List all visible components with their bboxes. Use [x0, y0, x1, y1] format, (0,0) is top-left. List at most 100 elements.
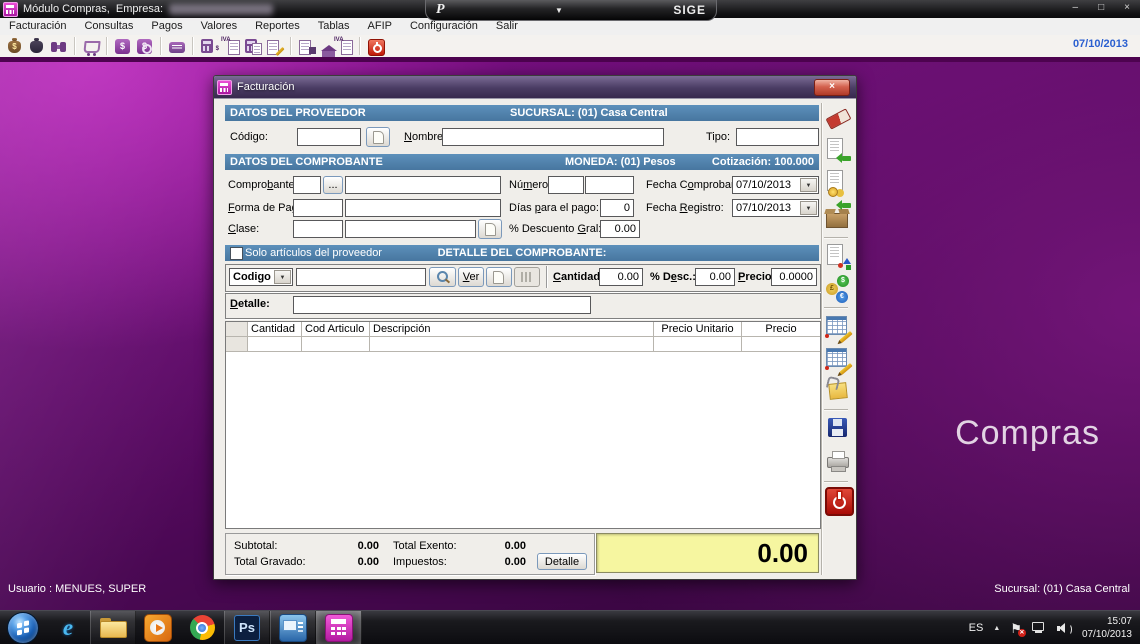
facturacion-close-button[interactable]: × [814, 79, 850, 96]
document-import-icon[interactable] [825, 137, 851, 165]
col-precio-unitario[interactable]: Precio Unitario [654, 322, 742, 336]
comprobante-descripcion-input[interactable] [345, 176, 501, 194]
comprobante-codigo-input[interactable] [293, 176, 321, 194]
calculator-document-icon[interactable] [243, 37, 263, 56]
solo-articulos-checkbox[interactable] [230, 247, 243, 260]
exit-power-icon[interactable] [366, 37, 386, 56]
comprobante-dots-button[interactable]: ... [323, 176, 343, 194]
col-precio[interactable]: Precio [742, 322, 820, 336]
sige-overlay-bar[interactable]: P ▼ SIGE [425, 0, 717, 21]
nombre-input[interactable] [442, 128, 664, 146]
menu-consultas[interactable]: Consultas [75, 18, 142, 35]
fecha-registro-combo[interactable]: 07/10/2013 ▼ [732, 199, 819, 217]
calculator-dollar-icon[interactable]: $ [199, 37, 219, 56]
cantidad-input[interactable] [599, 268, 643, 286]
document-edit-icon[interactable] [265, 37, 285, 56]
col-descripcion[interactable]: Descripción [370, 322, 654, 336]
dias-pago-input[interactable] [600, 199, 634, 217]
menu-pagos[interactable]: Pagos [142, 18, 191, 35]
network-icon[interactable] [1032, 622, 1047, 634]
binoculars-search-icon[interactable] [49, 37, 69, 56]
facturacion-titlebar[interactable]: Facturación × [214, 76, 856, 98]
accounts-bag-icon[interactable] [27, 37, 47, 56]
printer-icon[interactable] [825, 447, 851, 475]
codigo-input[interactable] [297, 128, 361, 146]
minimize-button[interactable]: – [1073, 2, 1079, 13]
forma-pago-codigo-input[interactable] [293, 199, 343, 217]
precio-input[interactable] [771, 268, 817, 286]
chevron-down-icon[interactable]: ▼ [800, 178, 817, 192]
buscar-por-combo[interactable]: Codigo ▼ [229, 268, 293, 286]
photoshop-button[interactable]: Ps [224, 611, 270, 644]
chevron-down-icon[interactable]: ▼ [274, 270, 291, 284]
document-building-icon[interactable] [297, 37, 317, 56]
clase-browse-button[interactable] [478, 219, 502, 239]
hidden-icons-arrow[interactable]: ▲ [993, 625, 1000, 632]
keyboard-language[interactable]: ES [969, 622, 984, 634]
forma-pago-descripcion-input[interactable] [345, 199, 501, 217]
descuento-input[interactable] [600, 220, 640, 238]
iva-report-icon[interactable]: IVA [334, 37, 354, 56]
tipo-input[interactable] [736, 128, 819, 146]
grid-empty-row[interactable] [226, 337, 820, 352]
detalle-input[interactable] [293, 296, 591, 314]
close-button[interactable]: × [1124, 2, 1130, 13]
codigo-browse-button[interactable] [366, 127, 390, 147]
buscar-articulo-button[interactable] [429, 267, 456, 287]
app-title: Módulo Compras, Empresa: [23, 3, 163, 15]
compras-app-button[interactable] [316, 611, 362, 644]
eraser-icon[interactable] [825, 105, 851, 133]
fecha-comprobante-combo[interactable]: 07/10/2013 ▼ [732, 176, 819, 194]
maximize-button[interactable]: □ [1098, 2, 1104, 13]
clase-descripcion-input[interactable] [345, 220, 476, 238]
menu-valores[interactable]: Valores [192, 18, 246, 35]
document-tax-items-icon[interactable] [825, 243, 851, 271]
supplier-money-bag-icon[interactable]: $ [5, 37, 25, 56]
card-index-icon[interactable] [167, 37, 187, 56]
save-floppy-icon[interactable] [825, 415, 851, 443]
note-attachment-icon[interactable] [825, 377, 851, 405]
menu-facturacion[interactable]: Facturación [0, 18, 75, 35]
exit-power-icon[interactable] [825, 487, 851, 515]
menu-reportes[interactable]: Reportes [246, 18, 309, 35]
iva-document-icon[interactable]: IVA [221, 37, 241, 56]
chevron-down-icon[interactable]: ▼ [445, 6, 674, 15]
currency-coins-icon[interactable]: £$€ [825, 275, 851, 303]
clase-codigo-input[interactable] [293, 220, 343, 238]
tray-clock[interactable]: 15:07 07/10/2013 [1082, 615, 1132, 641]
document-payment-icon[interactable] [825, 169, 851, 197]
invoice-search-icon[interactable]: $ [135, 37, 155, 56]
chevron-down-icon[interactable]: ▼ [800, 201, 817, 215]
goods-box-return-icon[interactable] [825, 203, 851, 231]
menu-afip[interactable]: AFIP [359, 18, 401, 35]
detalle-impuestos-button[interactable]: Detalle [537, 553, 587, 570]
numero-sucursal-input[interactable] [548, 176, 584, 194]
purchase-cart-icon[interactable] [81, 37, 101, 56]
ver-button[interactable]: Ver [458, 267, 484, 287]
articulo-buscar-input[interactable] [296, 268, 426, 286]
col-cod-articulo[interactable]: Cod Articulo [302, 322, 370, 336]
nuevo-articulo-button[interactable] [486, 267, 512, 287]
start-button[interactable] [0, 611, 46, 644]
chrome-button[interactable] [180, 611, 224, 644]
action-center-flag-icon[interactable]: ⚑✕ [1010, 622, 1022, 635]
system-panel-button[interactable] [270, 611, 316, 644]
desc-input[interactable] [695, 268, 735, 286]
grid-edit-articles-icon[interactable] [825, 313, 851, 341]
invoice-dollar-icon[interactable]: $ [113, 37, 133, 56]
total-general: 0.00 [596, 533, 819, 573]
col-selector[interactable] [226, 322, 248, 336]
nombre-label: Nombre: [404, 131, 446, 143]
speaker-icon[interactable] [1057, 622, 1072, 635]
col-cantidad[interactable]: Cantidad [248, 322, 302, 336]
media-player-button[interactable] [136, 611, 180, 644]
tray-date: 07/10/2013 [1082, 628, 1132, 641]
status-usuario: Usuario : MENUES, SUPER [8, 583, 146, 595]
grid-edit-prices-icon[interactable] [825, 345, 851, 373]
comprobante-label: Comprobante: [228, 179, 298, 191]
file-explorer-button[interactable] [90, 611, 136, 644]
numero-comprobante-input[interactable] [585, 176, 634, 194]
menu-tablas[interactable]: Tablas [309, 18, 359, 35]
internet-explorer-button[interactable]: e [46, 611, 90, 644]
barcode-button[interactable] [514, 267, 540, 287]
